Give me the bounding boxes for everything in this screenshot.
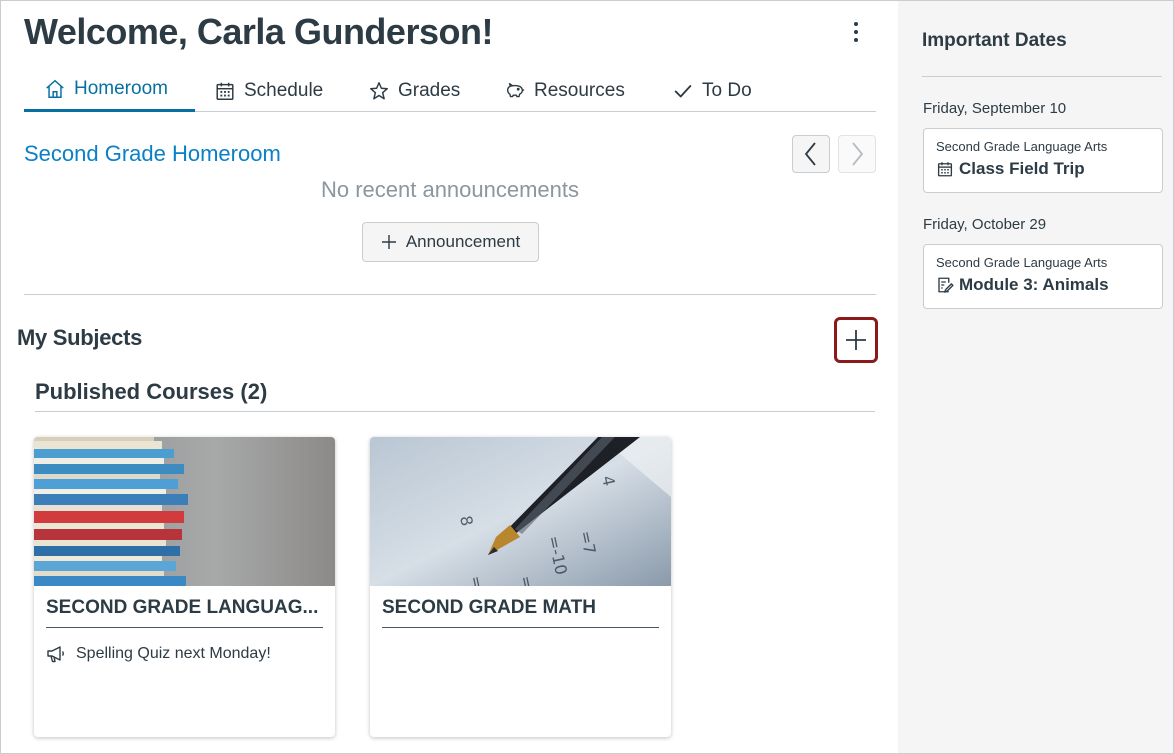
date-heading: Friday, October 29: [923, 216, 1047, 233]
add-announcement-button[interactable]: Announcement: [362, 222, 539, 262]
calendar-icon: [937, 162, 953, 177]
tab-label: Homeroom: [74, 78, 168, 99]
published-courses-heading: Published Courses (2): [35, 379, 268, 404]
add-subject-button[interactable]: [834, 317, 878, 363]
homeroom-course-link[interactable]: Second Grade Homeroom: [24, 141, 281, 167]
important-dates-sidebar: Important Dates Friday, September 10 Sec…: [898, 1, 1173, 753]
date-heading: Friday, September 10: [923, 100, 1067, 117]
divider: [24, 294, 876, 295]
tab-bar: Homeroom Schedule Grades Resources To Do: [24, 71, 876, 112]
app-frame: Welcome, Carla Gunderson! Homeroom Sched…: [0, 0, 1174, 754]
plus-icon: [846, 330, 866, 350]
checkmark-icon: [674, 85, 692, 98]
tab-homeroom[interactable]: Homeroom: [24, 71, 195, 112]
next-announcement-button[interactable]: [838, 135, 876, 173]
tab-label: Resources: [534, 80, 625, 101]
tab-resources[interactable]: Resources: [504, 71, 625, 111]
course-image-books: [34, 437, 335, 586]
course-announcement[interactable]: Spelling Quiz next Monday!: [46, 645, 271, 663]
tab-schedule[interactable]: Schedule: [214, 71, 323, 111]
tab-label: To Do: [702, 80, 752, 101]
date-course-name: Second Grade Language Arts: [936, 255, 1108, 270]
course-title[interactable]: SECOND GRADE MATH: [382, 597, 659, 628]
empty-announcements-text: No recent announcements: [320, 177, 580, 202]
divider: [922, 76, 1162, 77]
important-dates-heading: Important Dates: [922, 30, 1067, 51]
options-menu-button[interactable]: [846, 19, 866, 45]
tab-label: Grades: [398, 80, 461, 101]
course-card-language-arts[interactable]: SECOND GRADE LANGUAG... Spelling Quiz ne…: [34, 437, 335, 737]
chevron-right-icon: [852, 142, 864, 166]
previous-announcement-button[interactable]: [792, 135, 830, 173]
my-subjects-heading: My Subjects: [17, 325, 143, 350]
megaphone-icon: [47, 646, 64, 663]
main-content: Welcome, Carla Gunderson! Homeroom Sched…: [1, 1, 898, 753]
tab-grades[interactable]: Grades: [368, 71, 460, 111]
star-icon: [370, 82, 388, 100]
dot-icon: [854, 30, 858, 34]
dot-icon: [854, 22, 858, 26]
chevron-left-icon: [804, 142, 816, 166]
page-title: Welcome, Carla Gunderson!: [24, 11, 493, 52]
calendar-icon: [216, 82, 234, 100]
assignment-icon: [938, 277, 954, 293]
date-item-link[interactable]: Module 3: Animals: [936, 275, 1109, 295]
piggy-bank-icon: [506, 82, 525, 98]
tab-todo[interactable]: To Do: [672, 71, 752, 111]
course-card-math[interactable]: =13 =7 =-10 =7 8 4 SECOND GRADE MATH: [370, 437, 671, 737]
important-date-item[interactable]: Second Grade Language Arts Class Field T…: [923, 128, 1163, 193]
dot-icon: [854, 38, 858, 42]
date-course-name: Second Grade Language Arts: [936, 139, 1108, 154]
date-item-link[interactable]: Class Field Trip: [936, 159, 1085, 179]
course-title[interactable]: SECOND GRADE LANGUAG...: [46, 597, 323, 628]
plus-icon: [381, 235, 396, 249]
announcement-text: Spelling Quiz next Monday!: [76, 645, 271, 662]
date-item-title: Module 3: Animals: [959, 275, 1109, 294]
date-item-title: Class Field Trip: [959, 159, 1085, 178]
divider: [35, 411, 875, 412]
tab-label: Schedule: [244, 80, 324, 101]
home-icon: [46, 79, 64, 98]
important-date-item[interactable]: Second Grade Language Arts Module 3: Ani…: [923, 244, 1163, 309]
course-image-pen: =13 =7 =-10 =7 8 4: [370, 437, 671, 586]
button-label: Announcement: [405, 232, 521, 251]
